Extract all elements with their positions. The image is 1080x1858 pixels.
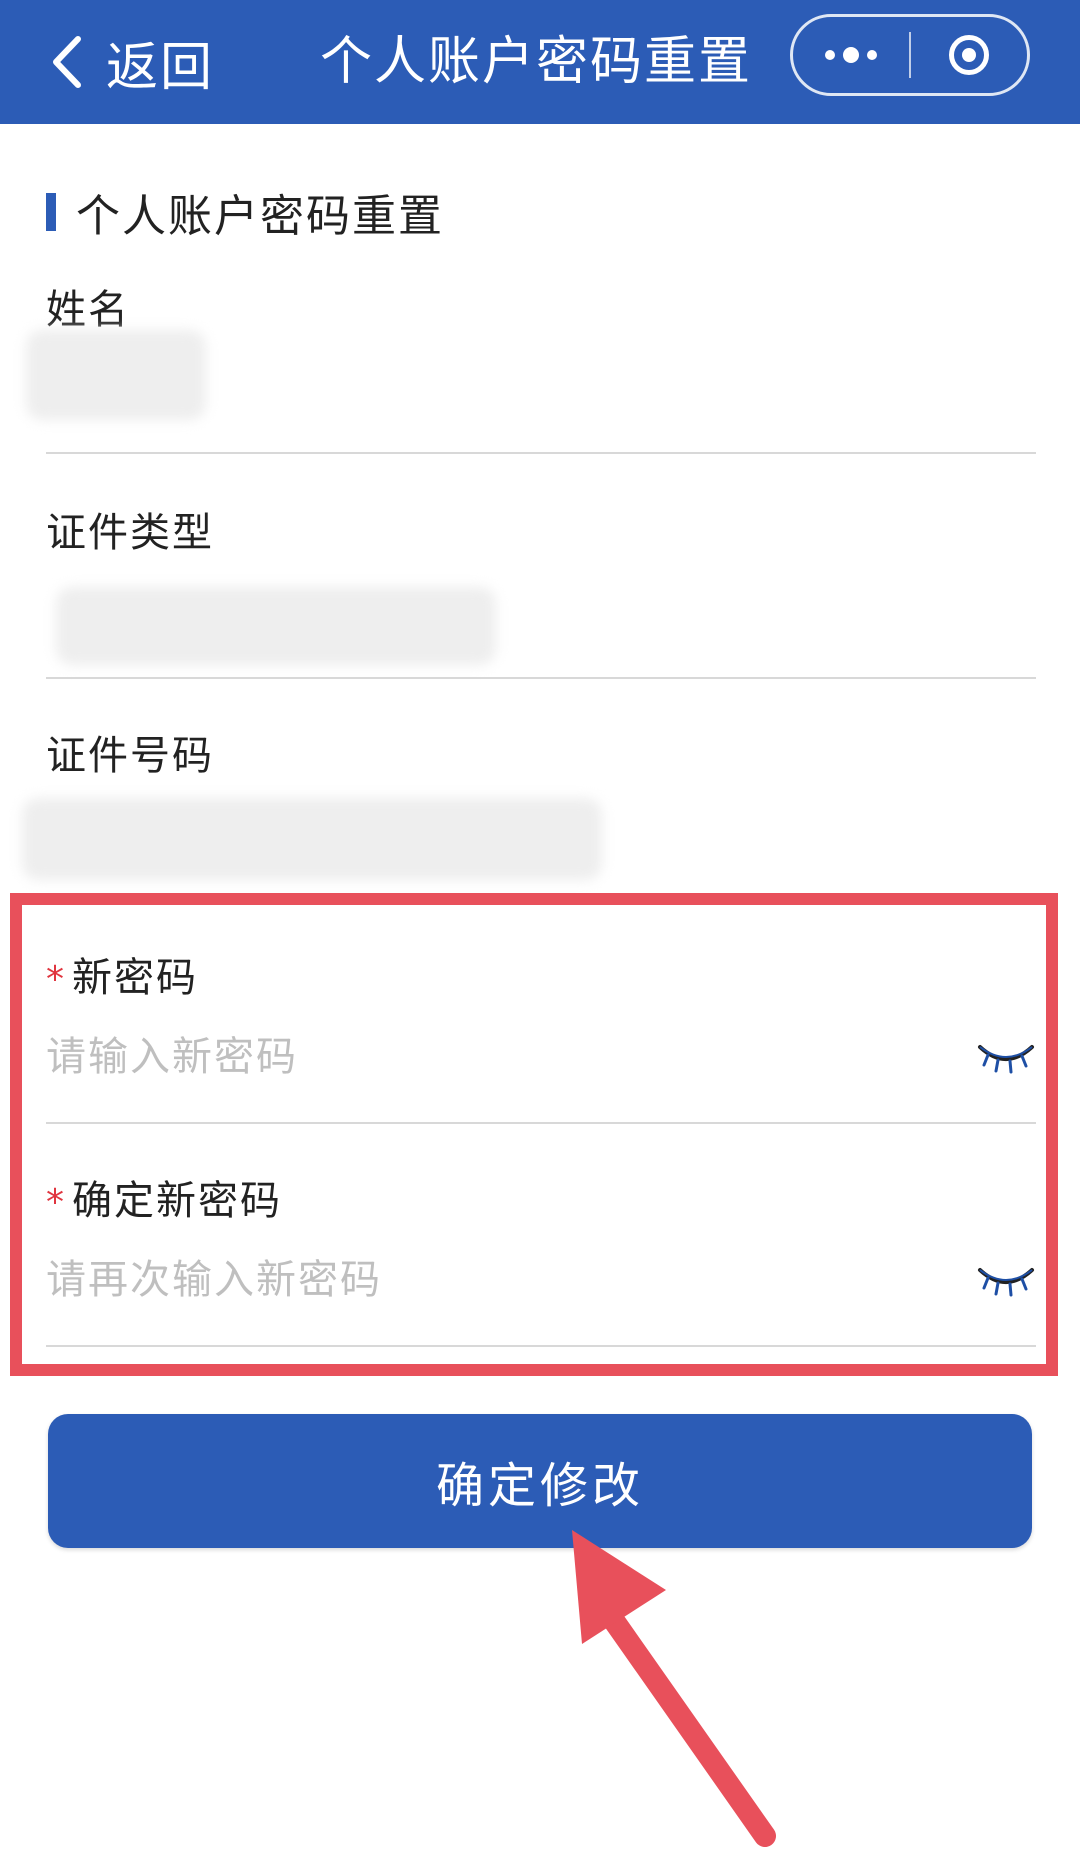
section-accent-bar <box>46 193 56 231</box>
id-type-divider <box>46 677 1036 679</box>
navigation-bar: 返回 个人账户密码重置 <box>0 0 1080 124</box>
name-label: 姓名 <box>46 287 130 333</box>
annotation-arrow-icon <box>572 1530 776 1847</box>
mini-program-capsule <box>790 14 1030 96</box>
more-button[interactable] <box>793 17 909 93</box>
back-button[interactable]: 返回 <box>50 22 214 102</box>
section-title: 个人账户密码重置 <box>76 191 444 242</box>
more-dots-icon <box>825 47 877 63</box>
name-field: 姓名 <box>26 282 1036 454</box>
name-value-redacted <box>26 330 206 420</box>
id-type-value-redacted <box>56 587 496 665</box>
chevron-left-icon <box>53 36 81 88</box>
id-type-field: 证件类型 <box>46 505 1036 679</box>
id-type-label: 证件类型 <box>46 510 214 556</box>
id-number-value-redacted <box>22 798 602 880</box>
confirm-change-button[interactable]: 确定修改 <box>48 1414 1032 1548</box>
name-divider <box>46 452 1036 454</box>
page-title: 个人账户密码重置 <box>320 32 753 92</box>
back-label: 返回 <box>106 37 215 98</box>
id-number-label: 证件号码 <box>46 733 214 779</box>
id-number-field: 证件号码 <box>22 728 1036 888</box>
target-circle-icon <box>949 35 989 75</box>
close-mini-program-button[interactable] <box>911 17 1027 93</box>
annotation-highlight-box <box>10 893 1058 1376</box>
section-header: 个人账户密码重置 <box>46 182 444 242</box>
